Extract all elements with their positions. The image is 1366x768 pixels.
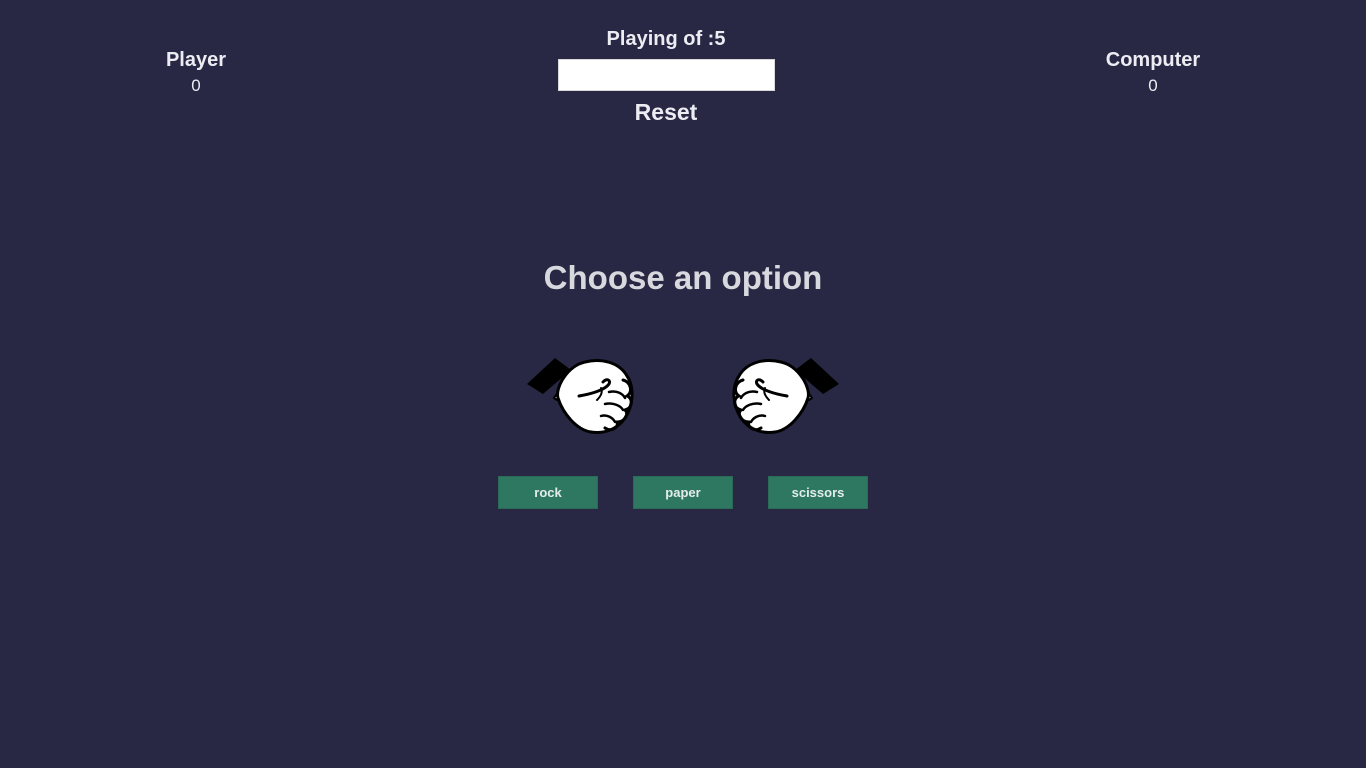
rock-button[interactable]: rock [498,476,598,509]
paper-button[interactable]: paper [633,476,733,509]
choose-option-heading: Choose an option [543,259,823,296]
rounds-label: Playing of :5 [606,28,726,50]
computer-score: 0 [1148,76,1158,95]
computer-score-panel: Computer 0 [1073,48,1233,96]
reset-button[interactable]: Reset [635,99,698,125]
player-score-panel: Player 0 [116,48,276,96]
option-buttons: rock paper scissors [498,476,869,509]
fist-left-icon [525,336,637,438]
fist-right-icon [729,336,841,438]
player-score: 0 [191,76,201,95]
scissors-button[interactable]: scissors [768,476,868,509]
game-screen: Player 0 Playing of :5 Reset Computer 0 … [0,0,1366,768]
computer-label: Computer [1105,49,1201,71]
player-label: Player [165,49,227,71]
rounds-input[interactable] [557,59,775,91]
round-controls: Playing of :5 Reset [533,27,799,125]
